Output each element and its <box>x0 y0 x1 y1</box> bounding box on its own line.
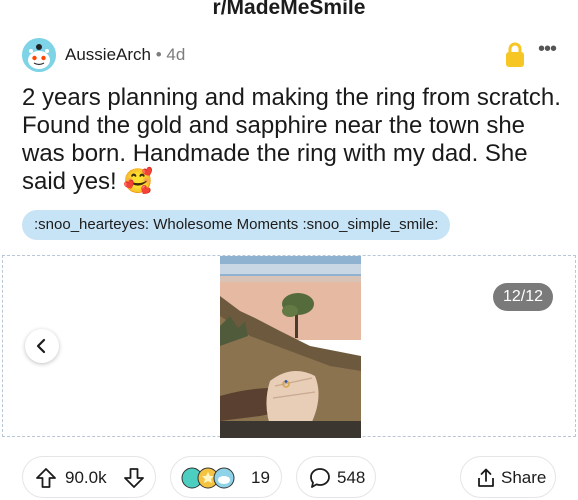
post-title[interactable]: 2 years planning and making the ring fro… <box>22 84 562 196</box>
previous-image-button[interactable] <box>25 329 59 363</box>
gallery-counter: 12/12 <box>493 283 553 311</box>
author-name[interactable]: AussieArch <box>65 45 151 64</box>
post-age: 4d <box>166 45 186 64</box>
comment-icon <box>310 468 330 488</box>
meta-separator: • <box>155 45 162 64</box>
post-flair[interactable]: :snoo_hearteyes: Wholesome Moments :snoo… <box>22 210 451 240</box>
share-pill[interactable]: Share <box>460 456 556 498</box>
award-icon <box>181 467 235 489</box>
awards-count: 19 <box>251 468 270 487</box>
share-icon <box>478 468 494 487</box>
gallery-image[interactable] <box>220 256 361 438</box>
image-gallery[interactable]: 12/12 <box>2 255 576 438</box>
chevron-left-icon <box>36 338 46 354</box>
subreddit-title[interactable]: r/MadeMeSmile <box>0 0 578 20</box>
more-icon[interactable]: ••• <box>538 38 557 61</box>
downvote-icon[interactable] <box>123 467 145 489</box>
author-line: AussieArch • 4d <box>65 45 185 65</box>
vote-pill: 90.0k <box>22 456 156 498</box>
vote-count: 90.0k <box>65 468 107 487</box>
post-header: AussieArch • 4d ••• <box>22 38 557 74</box>
avatar[interactable] <box>22 38 56 72</box>
comments-pill[interactable]: 548 <box>296 456 376 498</box>
lock-icon <box>504 42 526 68</box>
awards-pill[interactable]: 19 <box>170 456 282 498</box>
action-bar: 90.0k 19 548 Share <box>0 456 578 500</box>
share-label: Share <box>501 468 547 487</box>
upvote-icon[interactable] <box>35 467 57 489</box>
comment-count: 548 <box>337 468 366 487</box>
snoo-avatar-icon <box>22 38 56 72</box>
